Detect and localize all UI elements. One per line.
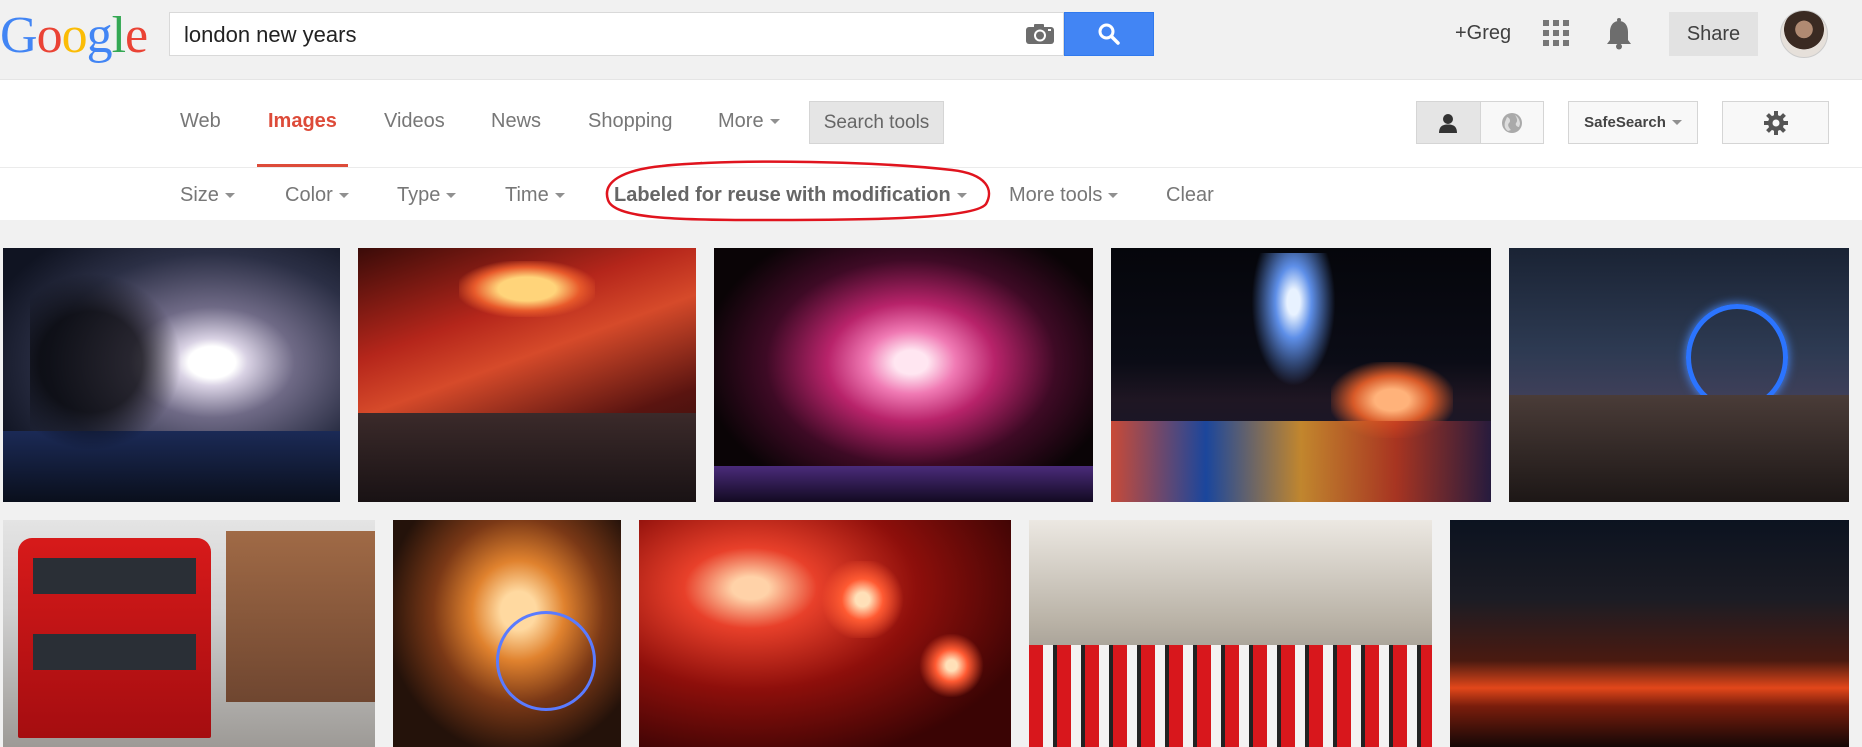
apps-grid-icon[interactable] bbox=[1543, 20, 1569, 46]
safesearch-dropdown[interactable]: SafeSearch bbox=[1568, 101, 1698, 144]
tab-videos[interactable]: Videos bbox=[384, 110, 445, 133]
tab-news[interactable]: News bbox=[491, 110, 541, 133]
london-eye-ring bbox=[495, 610, 596, 711]
google-logo[interactable]: Google bbox=[0, 6, 148, 66]
tool-more-tools[interactable]: More tools bbox=[1009, 184, 1119, 207]
image-result-double-decker-bus[interactable] bbox=[3, 520, 375, 747]
marching-band bbox=[1029, 644, 1432, 747]
top-bar: Google +Greg bbox=[0, 0, 1862, 80]
firework-burst bbox=[918, 633, 985, 698]
red-bus bbox=[17, 538, 212, 738]
image-result-chinatown-gate[interactable] bbox=[358, 248, 696, 502]
tab-images[interactable]: Images bbox=[268, 110, 337, 133]
image-result-parade[interactable] bbox=[1029, 520, 1432, 747]
tool-more-tools-label: More tools bbox=[1009, 184, 1103, 206]
gear-icon bbox=[1763, 110, 1788, 135]
chevron-down-icon bbox=[338, 193, 349, 199]
chevron-down-icon bbox=[224, 193, 235, 199]
highlight-annotation bbox=[605, 160, 991, 222]
crowd bbox=[1509, 395, 1849, 502]
blue-firework bbox=[1247, 253, 1339, 393]
globe-icon bbox=[1501, 112, 1522, 133]
firework-burst bbox=[817, 560, 907, 639]
image-result-fireworks-london-eye[interactable] bbox=[714, 248, 1093, 502]
tool-type-label: Type bbox=[397, 184, 441, 206]
search-tools-button[interactable]: Search tools bbox=[809, 101, 944, 144]
lantern-lights bbox=[459, 260, 595, 317]
tool-size[interactable]: Size bbox=[180, 184, 235, 207]
tab-more-label: More bbox=[718, 110, 764, 132]
image-result-fireworks-tree[interactable] bbox=[3, 248, 340, 502]
tool-size-label: Size bbox=[180, 184, 219, 206]
search-input[interactable] bbox=[182, 13, 986, 57]
camera-icon[interactable] bbox=[1025, 23, 1055, 45]
search-type-nav: Web Images Videos News Shopping More Sea… bbox=[0, 80, 1862, 168]
image-result-crowd-london-eye[interactable] bbox=[1509, 248, 1849, 502]
tool-time-label: Time bbox=[505, 184, 549, 206]
tab-shopping[interactable]: Shopping bbox=[588, 110, 673, 133]
image-result-fireworks-water[interactable] bbox=[1111, 248, 1491, 502]
global-results-button[interactable] bbox=[1481, 102, 1544, 143]
search-box bbox=[169, 12, 1064, 57]
tool-color[interactable]: Color bbox=[285, 184, 349, 207]
tool-type[interactable]: Type bbox=[397, 184, 457, 207]
water-reflection bbox=[1111, 420, 1491, 502]
safesearch-label: SafeSearch bbox=[1584, 114, 1666, 131]
chevron-down-icon bbox=[446, 193, 457, 199]
image-result-red-fireworks[interactable] bbox=[639, 520, 1011, 747]
tool-color-label: Color bbox=[285, 184, 333, 206]
brick-building bbox=[226, 531, 375, 702]
bus-lower-windows bbox=[33, 634, 196, 670]
image-result-orange-fireworks-eye[interactable] bbox=[393, 520, 621, 747]
river-skyline bbox=[714, 466, 1093, 502]
settings-button[interactable] bbox=[1722, 101, 1829, 144]
person-icon bbox=[1439, 113, 1458, 133]
tool-clear[interactable]: Clear bbox=[1166, 184, 1214, 207]
personal-results-toggle bbox=[1416, 101, 1544, 144]
profile-link[interactable]: +Greg bbox=[1455, 22, 1511, 45]
street bbox=[358, 413, 696, 502]
tree-silhouette bbox=[29, 273, 182, 452]
tool-time[interactable]: Time bbox=[505, 184, 565, 207]
bus-upper-windows bbox=[33, 558, 196, 595]
tab-more[interactable]: More bbox=[718, 110, 780, 133]
chevron-down-icon bbox=[1108, 193, 1119, 199]
tab-web[interactable]: Web bbox=[180, 110, 221, 133]
search-button[interactable] bbox=[1064, 12, 1154, 56]
avatar[interactable] bbox=[1780, 10, 1828, 58]
personal-results-button[interactable] bbox=[1417, 102, 1481, 143]
image-result-sunset[interactable] bbox=[1450, 520, 1849, 747]
chevron-down-icon bbox=[554, 193, 565, 199]
chevron-down-icon bbox=[769, 119, 780, 125]
notifications-bell-icon[interactable] bbox=[1605, 18, 1633, 50]
share-button[interactable]: Share bbox=[1669, 12, 1758, 56]
active-tab-indicator bbox=[257, 164, 348, 167]
chevron-down-icon bbox=[1671, 120, 1682, 125]
search-icon bbox=[1098, 23, 1120, 45]
